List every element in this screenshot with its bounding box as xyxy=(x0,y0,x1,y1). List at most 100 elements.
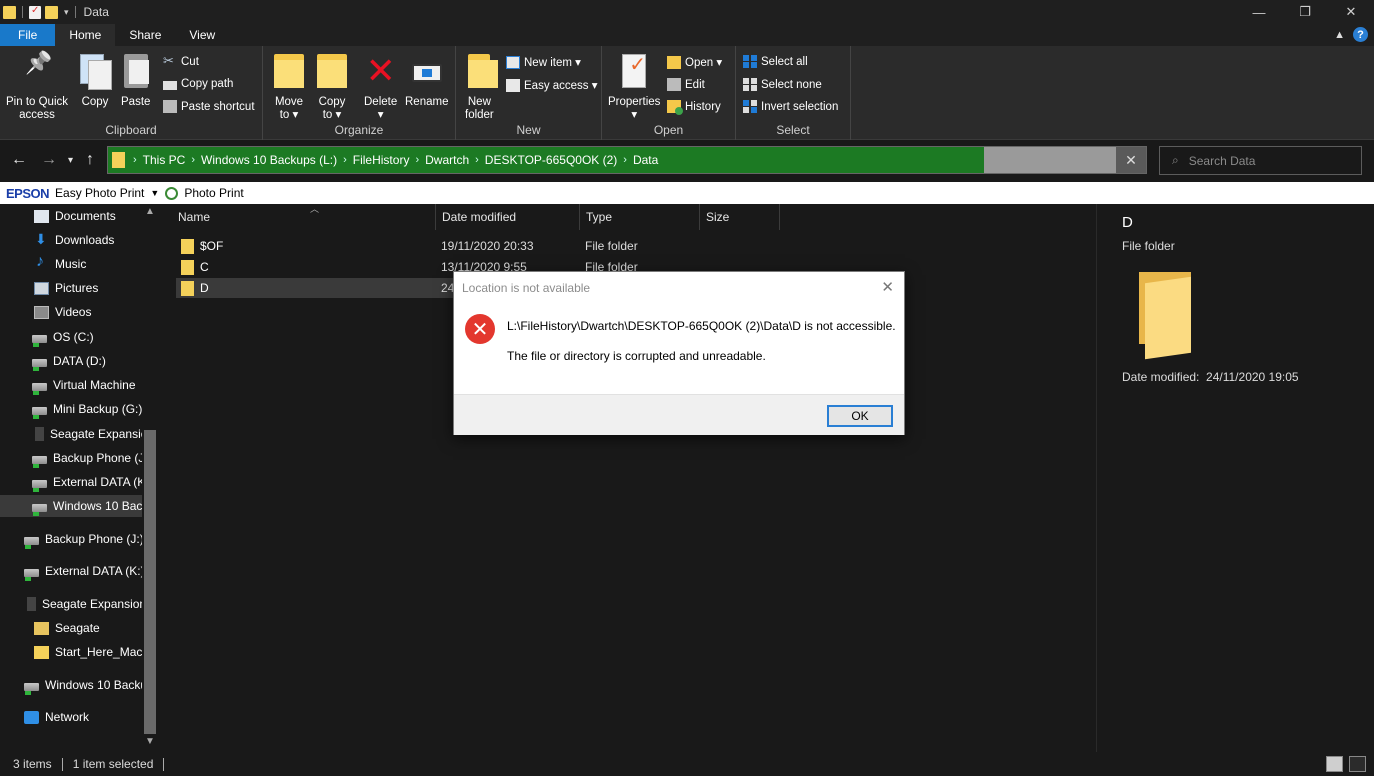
new-folder-icon[interactable] xyxy=(45,5,58,19)
nav-item-music[interactable]: Music xyxy=(0,253,142,275)
nav-pane-scrollbar[interactable]: ▲ ▼ xyxy=(142,204,158,752)
nav-item-start-here-mac[interactable]: Start_Here_Mac. xyxy=(0,641,142,663)
ok-button[interactable]: OK xyxy=(827,405,893,427)
properties-icon[interactable] xyxy=(29,5,41,19)
tab-share[interactable]: Share xyxy=(115,24,175,46)
cut-button[interactable]: Cut xyxy=(163,53,199,69)
minimize-button[interactable]: — xyxy=(1236,0,1282,24)
nav-item-seagate-expansion[interactable]: Seagate Expansion xyxy=(0,423,142,445)
search-input[interactable] xyxy=(1188,153,1349,168)
nav-item-virtual-machine[interactable]: Virtual Machine xyxy=(0,374,142,396)
column-header-date[interactable]: Date modified xyxy=(436,204,580,230)
scrollbar-thumb[interactable] xyxy=(144,430,156,734)
new-item-button[interactable]: New item ▾ xyxy=(506,55,581,69)
nav-item-network[interactable]: Network xyxy=(0,706,142,728)
scroll-up-icon[interactable]: ▲ xyxy=(145,206,155,217)
rename-button[interactable]: Rename xyxy=(405,54,448,109)
nav-item-external-data[interactable]: External DATA (K:) xyxy=(0,471,142,493)
paste-button[interactable]: Paste xyxy=(121,54,150,109)
nav-item-downloads[interactable]: Downloads xyxy=(0,229,142,251)
crumb-this-pc[interactable]: This PC xyxy=(143,153,186,167)
nav-item-pictures[interactable]: Pictures xyxy=(0,277,142,299)
nav-item-backup-phone[interactable]: Backup Phone (J:) xyxy=(0,447,142,469)
nav-item-windows-10-backups[interactable]: Windows 10 Backups xyxy=(0,495,142,517)
crumb-backups-drive[interactable]: Windows 10 Backups (L:) xyxy=(201,153,337,167)
close-button[interactable]: ✕ xyxy=(1328,0,1374,24)
chevron-right-icon[interactable]: › xyxy=(191,154,195,166)
dialog-close-icon[interactable]: ✕ xyxy=(881,278,894,296)
paste-shortcut-button[interactable]: Paste shortcut xyxy=(163,100,255,113)
easy-access-button[interactable]: Easy access ▾ xyxy=(506,78,598,92)
back-arrow-icon[interactable]: ← xyxy=(11,151,27,169)
tab-home[interactable]: Home xyxy=(55,24,116,46)
restore-button[interactable]: ❐ xyxy=(1282,0,1328,24)
customize-dropdown-icon[interactable]: ▾ xyxy=(64,7,69,18)
delete-button[interactable]: ✕ Delete ▾ xyxy=(364,53,397,122)
recent-locations-chevron-icon[interactable]: ▾ xyxy=(68,155,73,166)
nav-item-mini-backup[interactable]: Mini Backup (G:) xyxy=(0,398,142,420)
large-icons-view-icon[interactable] xyxy=(1349,756,1366,772)
tab-file[interactable]: File xyxy=(0,24,56,46)
crumb-data[interactable]: Data xyxy=(633,153,658,167)
chevron-right-icon[interactable]: › xyxy=(623,154,627,166)
photo-print-button[interactable]: Photo Print xyxy=(184,186,243,200)
forward-arrow-icon[interactable]: → xyxy=(41,151,57,169)
help-icon[interactable]: ? xyxy=(1353,27,1368,42)
crumb-dwartch[interactable]: Dwartch xyxy=(425,153,469,167)
chevron-right-icon[interactable]: › xyxy=(133,154,137,166)
copy-button[interactable]: Copy xyxy=(80,54,112,109)
scroll-down-icon[interactable]: ▼ xyxy=(145,736,155,747)
nav-item-label: Mini Backup (G:) xyxy=(53,402,142,416)
up-arrow-icon[interactable]: ↑ xyxy=(86,151,94,169)
crumb-filehistory[interactable]: FileHistory xyxy=(353,153,410,167)
select-all-icon xyxy=(743,55,757,68)
nav-item-windows-10-backups-root[interactable]: Windows 10 Backups xyxy=(0,674,142,696)
stop-loading-icon[interactable]: ✕ xyxy=(1116,147,1146,173)
nav-item-videos[interactable]: Videos xyxy=(0,301,142,323)
pin-quick-access-button[interactable]: Pin to Quick access xyxy=(6,54,68,122)
nav-item-documents[interactable]: Documents xyxy=(0,205,142,227)
column-header-type[interactable]: Type xyxy=(580,204,700,230)
copy-path-button[interactable]: Copy path xyxy=(163,78,233,90)
chevron-right-icon[interactable]: › xyxy=(415,154,419,166)
collapse-ribbon-icon[interactable]: ▲ xyxy=(1334,29,1345,41)
new-folder-button[interactable]: New folder xyxy=(465,54,499,122)
invert-selection-button[interactable]: Invert selection xyxy=(743,100,838,113)
table-row[interactable]: D 24 xyxy=(176,278,454,298)
open-button[interactable]: Open ▾ xyxy=(667,55,722,69)
drive-icon xyxy=(24,568,39,581)
nav-item-seagate-expansion-root[interactable]: Seagate Expansion xyxy=(0,593,142,615)
properties-button[interactable]: Properties ▾ xyxy=(608,54,660,122)
search-box[interactable]: ⌕ xyxy=(1159,146,1362,175)
select-all-button[interactable]: Select all xyxy=(743,55,808,68)
address-bar[interactable]: › This PC › Windows 10 Backups (L:) › Fi… xyxy=(107,146,1147,174)
chevron-right-icon[interactable]: › xyxy=(475,154,479,166)
folder-icon xyxy=(3,5,16,19)
column-header-size[interactable]: Size xyxy=(700,204,780,230)
rename-label: Rename xyxy=(405,96,449,108)
edit-button[interactable]: Edit xyxy=(667,78,705,91)
window-controls: — ❐ ✕ xyxy=(1236,0,1374,24)
pin-icon xyxy=(22,54,52,88)
dropdown-chevron-icon[interactable]: ▼ xyxy=(150,188,159,198)
details-view-icon[interactable] xyxy=(1326,756,1343,772)
select-none-button[interactable]: Select none xyxy=(743,78,822,91)
table-row[interactable]: $OF 19/11/2020 20:33 File folder xyxy=(176,236,836,256)
easy-photo-print-button[interactable]: Easy Photo Print xyxy=(55,186,144,200)
column-header-name[interactable]: Name ︿ xyxy=(172,204,436,230)
copy-icon xyxy=(80,54,112,90)
nav-item-data-d[interactable]: DATA (D:) xyxy=(0,350,142,372)
details-type: File folder xyxy=(1122,239,1175,253)
chevron-right-icon[interactable]: › xyxy=(343,154,347,166)
move-to-button[interactable]: Move to ▾ xyxy=(274,54,304,122)
nav-item-seagate[interactable]: Seagate xyxy=(0,617,142,639)
nav-item-backup-phone-root[interactable]: Backup Phone (J:) xyxy=(0,528,142,550)
nav-item-label: Network xyxy=(45,710,90,724)
history-button[interactable]: History xyxy=(667,100,721,115)
copy-to-button[interactable]: Copy to ▾ xyxy=(317,54,347,122)
tab-view[interactable]: View xyxy=(175,24,229,46)
nav-item-external-data-root[interactable]: External DATA (K:) xyxy=(0,560,142,582)
paste-shortcut-icon xyxy=(163,100,177,113)
nav-item-os-c[interactable]: OS (C:) xyxy=(0,326,142,348)
crumb-desktop[interactable]: DESKTOP-665Q0OK (2) xyxy=(485,153,618,167)
